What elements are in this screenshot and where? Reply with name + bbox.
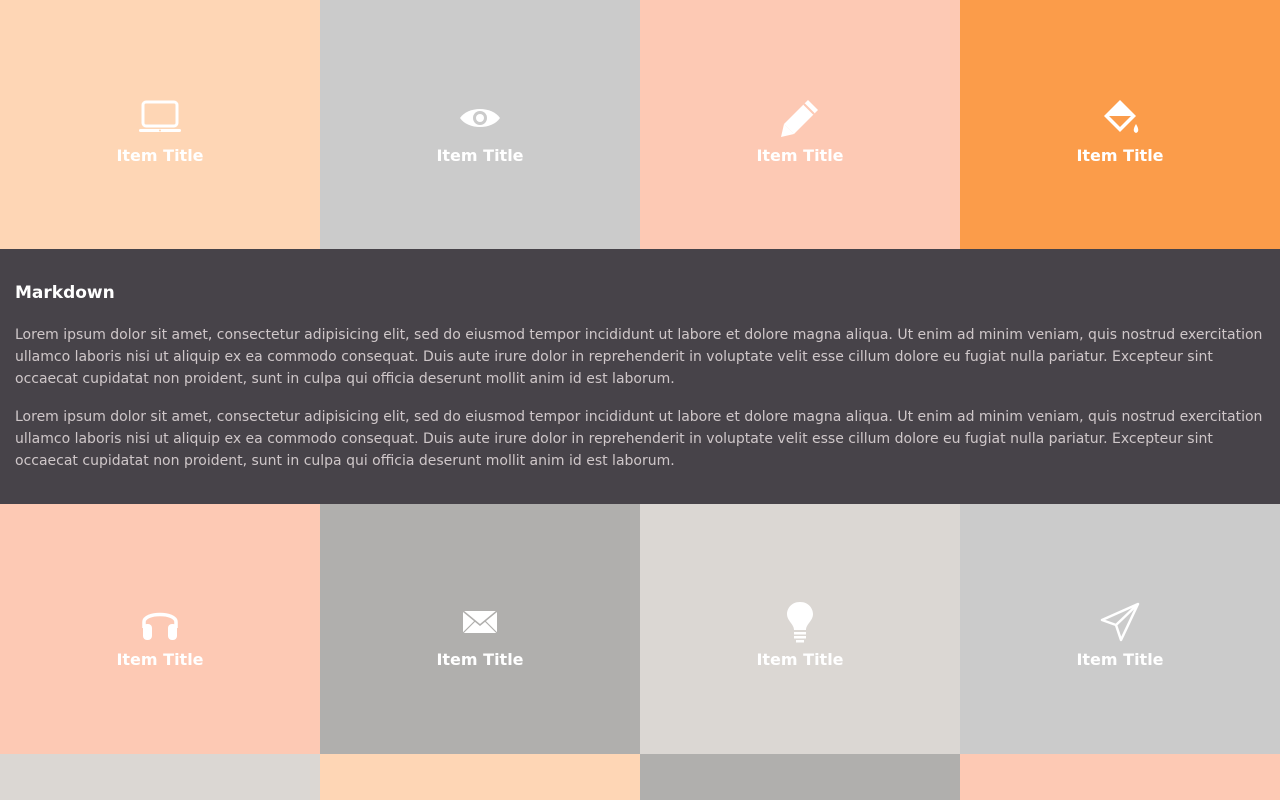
tile-title: Item Title [756, 650, 844, 669]
tile-laptop[interactable]: Item Title [0, 0, 320, 249]
tile-title: Item Title [756, 145, 844, 165]
tile-pencil[interactable]: Item Title [640, 0, 960, 249]
tile-title: Item Title [1076, 650, 1164, 669]
tile-partial[interactable] [640, 754, 960, 800]
tile-lightbulb[interactable]: Item Title [640, 504, 960, 754]
paper-plane-icon [1098, 600, 1142, 644]
tile-title: Item Title [436, 145, 524, 165]
tile-partial[interactable] [320, 754, 640, 800]
top-tile-row: Item Title Item Title Item Title Item Ti… [0, 0, 1280, 249]
tile-title: Item Title [1076, 145, 1164, 165]
tile-partial[interactable] [0, 754, 320, 800]
tile-title: Item Title [436, 650, 524, 669]
middle-tile-row: Item Title Item Title Item Title Item Ti… [0, 504, 1280, 754]
tile-headphones[interactable]: Item Title [0, 504, 320, 754]
tile-paint-bucket[interactable]: Item Title [960, 0, 1280, 249]
tile-paper-plane[interactable]: Item Title [960, 504, 1280, 754]
envelope-icon [458, 600, 502, 644]
tile-envelope[interactable]: Item Title [320, 504, 640, 754]
lightbulb-icon [778, 600, 822, 644]
markdown-panel: Markdown Lorem ipsum dolor sit amet, con… [0, 249, 1280, 504]
tile-title: Item Title [116, 145, 204, 165]
tile-eye[interactable]: Item Title [320, 0, 640, 249]
tile-partial[interactable] [960, 754, 1280, 800]
laptop-icon [138, 96, 182, 140]
headphones-icon [138, 600, 182, 644]
pencil-icon [778, 96, 822, 140]
eye-icon [458, 96, 502, 140]
paint-bucket-icon [1098, 96, 1142, 140]
panel-heading: Markdown [15, 283, 115, 303]
panel-paragraph: Lorem ipsum dolor sit amet, consectetur … [15, 327, 1263, 387]
tile-title: Item Title [116, 650, 204, 669]
panel-paragraph: Lorem ipsum dolor sit amet, consectetur … [15, 409, 1263, 469]
bottom-tile-row [0, 754, 1280, 800]
